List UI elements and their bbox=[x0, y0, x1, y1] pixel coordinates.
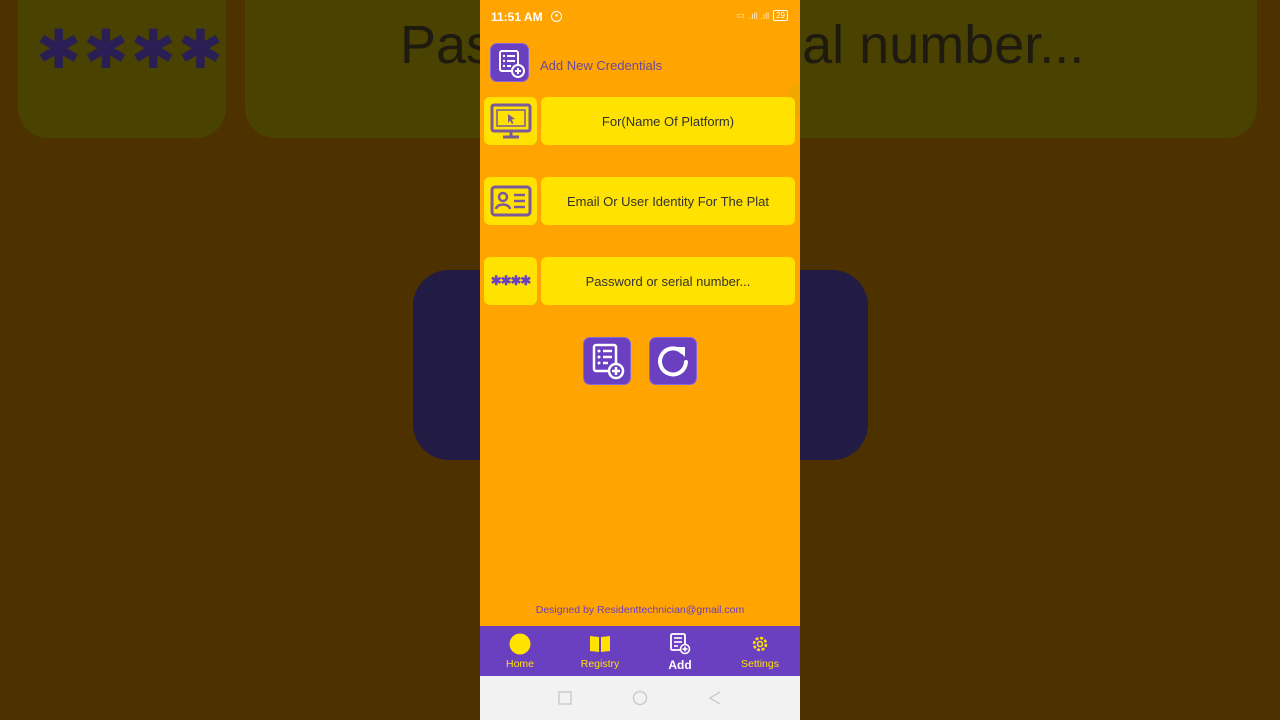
designer-credit: Designed by Residenttechnician@gmail.com bbox=[535, 604, 745, 616]
back-icon[interactable] bbox=[708, 691, 722, 705]
identity-input[interactable] bbox=[541, 177, 795, 225]
nav-registry-label: Registry bbox=[580, 658, 620, 670]
book-icon bbox=[588, 633, 612, 655]
nav-registry[interactable]: Registry bbox=[560, 626, 640, 676]
nav-home-label: Home bbox=[505, 658, 534, 670]
cast-icon: ▭ bbox=[736, 10, 745, 20]
platform-input[interactable] bbox=[541, 97, 795, 145]
battery-icon: 29 bbox=[773, 10, 788, 21]
phone-screen: 11:51 AM ● ▭ .ıll .ıll 29 Add New Creden… bbox=[480, 0, 800, 720]
status-time: 11:51 AM bbox=[491, 10, 543, 24]
signal-icon: .ıll .ıll bbox=[748, 10, 770, 21]
asterisk-icon: ✱✱✱✱ bbox=[484, 257, 537, 305]
status-icons: ▭ .ıll .ıll 29 bbox=[736, 10, 788, 21]
password-stars: ✱✱✱✱ bbox=[490, 273, 532, 288]
record-icon: ● bbox=[551, 11, 562, 22]
status-bar: 11:51 AM ● ▭ .ıll .ıll 29 bbox=[480, 0, 800, 34]
gear-icon bbox=[750, 633, 770, 655]
reset-button[interactable] bbox=[649, 337, 697, 385]
id-card-icon bbox=[484, 177, 537, 225]
nav-settings[interactable]: Settings bbox=[720, 626, 800, 676]
recents-icon[interactable] bbox=[558, 691, 572, 705]
add-list-icon bbox=[490, 43, 529, 82]
add-credentials-button[interactable] bbox=[583, 337, 631, 385]
password-row: ✱✱✱✱ bbox=[484, 257, 796, 305]
platform-row bbox=[484, 97, 796, 145]
system-navigation-bar bbox=[480, 676, 800, 720]
nav-settings-label: Settings bbox=[741, 658, 779, 670]
home-icon[interactable] bbox=[632, 690, 648, 706]
nav-add[interactable]: Add bbox=[640, 626, 720, 676]
page-title: Add New Credentials bbox=[540, 58, 663, 73]
bottom-navigation: Home Registry Add Settings bbox=[480, 626, 800, 676]
nav-home[interactable]: Home bbox=[480, 626, 560, 676]
bg-stars: ✱✱✱✱ bbox=[36, 18, 225, 81]
identity-row bbox=[484, 177, 796, 225]
add-list-icon bbox=[592, 343, 625, 380]
circle-icon bbox=[509, 633, 531, 655]
password-input[interactable] bbox=[541, 257, 795, 305]
monitor-icon bbox=[484, 97, 537, 145]
nav-add-label: Add bbox=[668, 658, 692, 672]
refresh-icon bbox=[658, 346, 688, 377]
add-list-icon bbox=[668, 633, 692, 655]
